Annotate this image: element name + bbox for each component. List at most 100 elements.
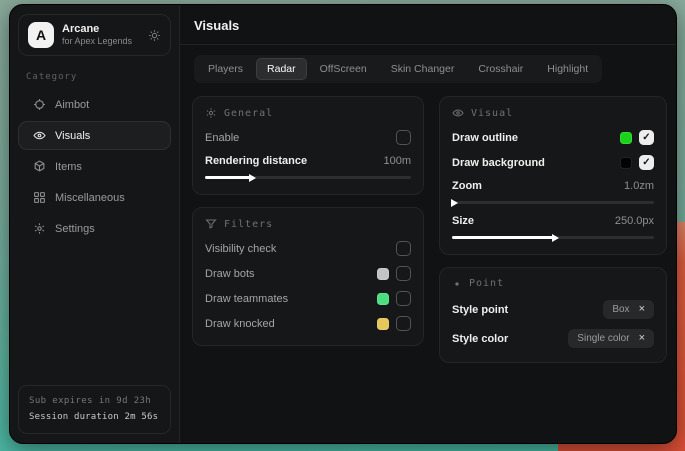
content-area: General Enable Rendering distance 100m — [180, 83, 677, 363]
draw-bots-color-swatch[interactable] — [377, 268, 389, 280]
sub-expires-text: Sub expires in 9d 23h — [29, 394, 160, 409]
zoom-label: Zoom — [452, 180, 482, 192]
rendering-distance-slider-wrap — [193, 172, 423, 185]
card-title: General — [224, 108, 273, 119]
draw-bots-checkbox[interactable] — [396, 266, 411, 281]
visibility-check-checkbox[interactable] — [396, 241, 411, 256]
tab-skin-changer[interactable]: Skin Changer — [380, 58, 466, 80]
close-icon[interactable]: × — [639, 333, 645, 344]
sidebar-item-items[interactable]: Items — [18, 152, 171, 181]
style-color-row: Style color Single color × — [440, 324, 666, 353]
sidebar-item-aimbot[interactable]: Aimbot — [18, 90, 171, 119]
draw-teammates-row: Draw teammates — [193, 286, 423, 311]
app-name: Arcane — [62, 23, 140, 37]
tab-bar: Players Radar OffScreen Skin Changer Cro… — [194, 55, 602, 83]
subscription-info-card: Sub expires in 9d 23h Session duration 2… — [18, 385, 171, 434]
sidebar: A Arcane for Apex Legends Category Aimbo… — [10, 5, 180, 443]
rendering-distance-row: Rendering distance 100m — [193, 150, 423, 172]
slider-fill — [205, 176, 250, 179]
sidebar-item-miscellaneous[interactable]: Miscellaneous — [18, 183, 171, 212]
card-title: Filters — [224, 219, 273, 230]
card-title: Visual — [471, 108, 513, 119]
sidebar-item-visuals[interactable]: Visuals — [18, 121, 171, 150]
right-column: Visual Draw outline ✓ Draw background — [439, 96, 667, 363]
size-value: 250.0px — [615, 215, 654, 227]
funnel-icon — [205, 218, 217, 230]
draw-knocked-row: Draw knocked — [193, 311, 423, 336]
app-window: A Arcane for Apex Legends Category Aimbo… — [9, 4, 677, 444]
draw-outline-label: Draw outline — [452, 132, 518, 144]
brand-card: A Arcane for Apex Legends — [18, 14, 171, 56]
tab-players[interactable]: Players — [197, 58, 254, 80]
page-title: Visuals — [194, 18, 665, 33]
sidebar-item-settings[interactable]: Settings — [18, 214, 171, 243]
draw-background-color-swatch[interactable] — [620, 157, 632, 169]
chip-label: Single color — [577, 333, 629, 344]
gear-icon — [33, 222, 46, 235]
draw-background-checkbox[interactable]: ✓ — [639, 155, 654, 170]
draw-outline-checkbox[interactable]: ✓ — [639, 130, 654, 145]
point-card-header: Point — [440, 268, 666, 295]
size-label: Size — [452, 215, 474, 227]
category-label: Category — [26, 72, 179, 82]
draw-outline-color-swatch[interactable] — [620, 132, 632, 144]
rendering-distance-label: Rendering distance — [205, 155, 307, 167]
general-card: General Enable Rendering distance 100m — [192, 96, 424, 195]
cube-icon — [33, 160, 46, 173]
size-slider[interactable] — [452, 236, 654, 239]
tab-radar[interactable]: Radar — [256, 58, 307, 80]
sidebar-item-label: Aimbot — [55, 99, 89, 111]
visibility-check-row: Visibility check — [193, 236, 423, 261]
chip-label: Box — [612, 304, 629, 315]
tab-highlight[interactable]: Highlight — [536, 58, 599, 80]
session-duration-text: Session duration 2m 56s — [29, 410, 160, 425]
grid-icon — [33, 191, 46, 204]
size-row: Size 250.0px — [440, 210, 666, 232]
style-color-label: Style color — [452, 333, 508, 345]
draw-outline-row: Draw outline ✓ — [440, 125, 666, 150]
point-card: Point Style point Box × Style color Sing… — [439, 267, 667, 363]
slider-thumb[interactable] — [552, 234, 559, 242]
main-panel: Visuals Players Radar OffScreen Skin Cha… — [180, 5, 677, 443]
sidebar-item-label: Visuals — [55, 130, 90, 142]
zoom-slider-wrap — [440, 197, 666, 210]
eye-icon — [33, 129, 46, 142]
zoom-slider[interactable] — [452, 201, 654, 204]
filters-card: Filters Visibility check Draw bots — [192, 207, 424, 346]
draw-background-label: Draw background — [452, 157, 545, 169]
rendering-distance-slider[interactable] — [205, 176, 411, 179]
tab-crosshair[interactable]: Crosshair — [467, 58, 534, 80]
rendering-distance-value: 100m — [383, 155, 411, 167]
enable-label: Enable — [205, 132, 239, 144]
slider-fill — [452, 236, 553, 239]
visual-card: Visual Draw outline ✓ Draw background — [439, 96, 667, 255]
general-card-header: General — [193, 97, 423, 125]
visibility-check-label: Visibility check — [205, 243, 276, 255]
visual-card-header: Visual — [440, 97, 666, 125]
style-point-chip[interactable]: Box × — [603, 300, 654, 319]
dot-icon — [452, 279, 462, 289]
style-color-chip[interactable]: Single color × — [568, 329, 654, 348]
sidebar-item-label: Items — [55, 161, 82, 173]
app-subtitle: for Apex Legends — [62, 36, 140, 47]
draw-teammates-color-swatch[interactable] — [377, 293, 389, 305]
draw-bots-label: Draw bots — [205, 268, 255, 280]
draw-teammates-checkbox[interactable] — [396, 291, 411, 306]
draw-knocked-color-swatch[interactable] — [377, 318, 389, 330]
close-icon[interactable]: × — [639, 304, 645, 315]
card-title: Point — [469, 278, 504, 289]
zoom-row: Zoom 1.0zm — [440, 175, 666, 197]
crosshair-icon — [33, 98, 46, 111]
slider-thumb[interactable] — [249, 174, 256, 182]
slider-thumb[interactable] — [451, 199, 458, 207]
tab-offscreen[interactable]: OffScreen — [309, 58, 378, 80]
draw-knocked-checkbox[interactable] — [396, 316, 411, 331]
gear-icon[interactable] — [148, 29, 161, 42]
draw-background-row: Draw background ✓ — [440, 150, 666, 175]
draw-knocked-label: Draw knocked — [205, 318, 275, 330]
enable-checkbox[interactable] — [396, 130, 411, 145]
check-icon: ✓ — [642, 133, 650, 143]
gear-icon — [205, 107, 217, 119]
filters-card-header: Filters — [193, 208, 423, 236]
draw-bots-row: Draw bots — [193, 261, 423, 286]
